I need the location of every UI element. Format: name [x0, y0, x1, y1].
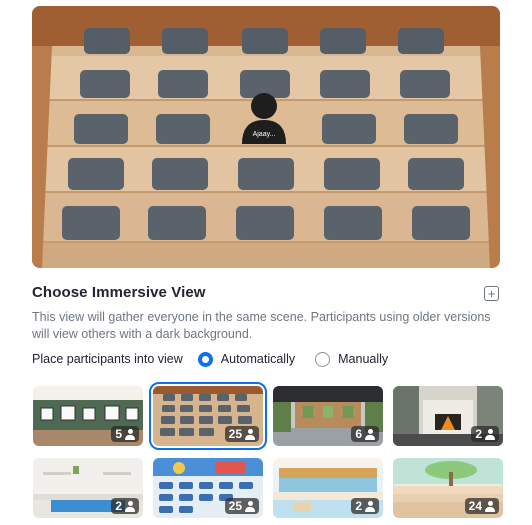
person-icon [485, 500, 495, 512]
participant-count: 2 [115, 499, 122, 513]
auditorium-scene-art: Ajaay... [32, 6, 500, 268]
scene-tile-gallery-room[interactable]: 5 [33, 386, 143, 446]
person-icon [365, 428, 375, 440]
participant-count: 6 [355, 427, 362, 441]
participant-count: 25 [228, 499, 242, 513]
scene-tile-diner[interactable]: 2 [273, 458, 383, 518]
person-icon [245, 500, 255, 512]
person-icon [245, 428, 255, 440]
radio-manually[interactable]: Manually [315, 351, 389, 367]
scene-tile-auditorium[interactable]: 25 [149, 382, 267, 450]
participant-count-badge: 6 [351, 426, 379, 442]
section-description: This view will gather everyone in the sa… [32, 310, 491, 341]
participant-count-badge: 25 [224, 426, 259, 442]
person-icon [485, 428, 495, 440]
participant-count-badge: 25 [224, 498, 259, 514]
radio-automatically-label: Automatically [220, 352, 296, 366]
radio-automatically[interactable]: Automatically [197, 351, 296, 367]
radio-manually-label: Manually [338, 352, 389, 366]
scene-tile-classroom[interactable]: 25 [153, 458, 263, 518]
scene-tile-fireplace[interactable]: 2 [393, 386, 503, 446]
participant-count-badge: 24 [464, 498, 499, 514]
participant-count: 25 [228, 427, 242, 441]
person-icon [365, 500, 375, 512]
radio-unchecked-icon[interactable] [315, 351, 331, 367]
participant-count: 24 [468, 499, 482, 513]
person-icon [125, 500, 135, 512]
placement-label: Place participants into view [32, 352, 183, 366]
add-scene-button[interactable]: + [484, 286, 499, 301]
plus-icon: + [487, 286, 496, 301]
placement-row: Place participants into view Automatical… [32, 350, 408, 368]
radio-checked-icon[interactable] [197, 351, 213, 367]
participant-name: Ajaay... [253, 131, 276, 138]
scene-preview: Ajaay... [32, 6, 500, 268]
scene-tile-kitchen[interactable]: 2 [33, 458, 143, 518]
participant-count-badge: 5 [111, 426, 139, 442]
scene-tile-cafe[interactable]: 6 [273, 386, 383, 446]
scene-tile-garden-stage[interactable]: 24 [393, 458, 503, 518]
participant-count: 2 [475, 427, 482, 441]
participant-count-badge: 2 [351, 498, 379, 514]
participant-count: 2 [355, 499, 362, 513]
section-title: Choose Immersive View [32, 284, 206, 301]
participant-count-badge: 2 [111, 498, 139, 514]
participant-count: 5 [115, 427, 122, 441]
participant-count-badge: 2 [471, 426, 499, 442]
scene-grid: 5 25 6 2 2 25 2 24 [33, 382, 503, 518]
person-icon [125, 428, 135, 440]
